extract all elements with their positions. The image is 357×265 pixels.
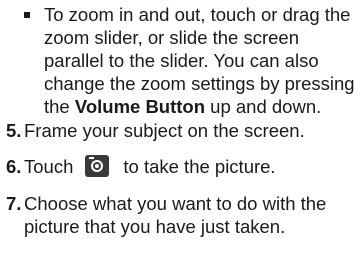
square-bullet-icon bbox=[24, 12, 30, 18]
volume-button-text: Volume Button bbox=[74, 96, 206, 117]
step-number: 6. bbox=[6, 156, 22, 177]
step-text-after-icon: to take the picture. bbox=[123, 156, 276, 177]
step-text: Frame your subject on the screen. bbox=[24, 120, 305, 141]
step-text-container: Touch to take the picture. bbox=[24, 155, 357, 178]
step-text-before-icon: Touch bbox=[24, 156, 74, 177]
step-number: 7. bbox=[6, 193, 22, 214]
step-number: 5. bbox=[6, 120, 22, 141]
zoom-bullet-item: To zoom in and out, touch or drag the zo… bbox=[24, 3, 357, 118]
camera-icon bbox=[85, 155, 110, 177]
zoom-bullet-text-end: up and down. bbox=[205, 96, 322, 117]
step-text: Choose what you want to do with the pict… bbox=[24, 193, 327, 237]
